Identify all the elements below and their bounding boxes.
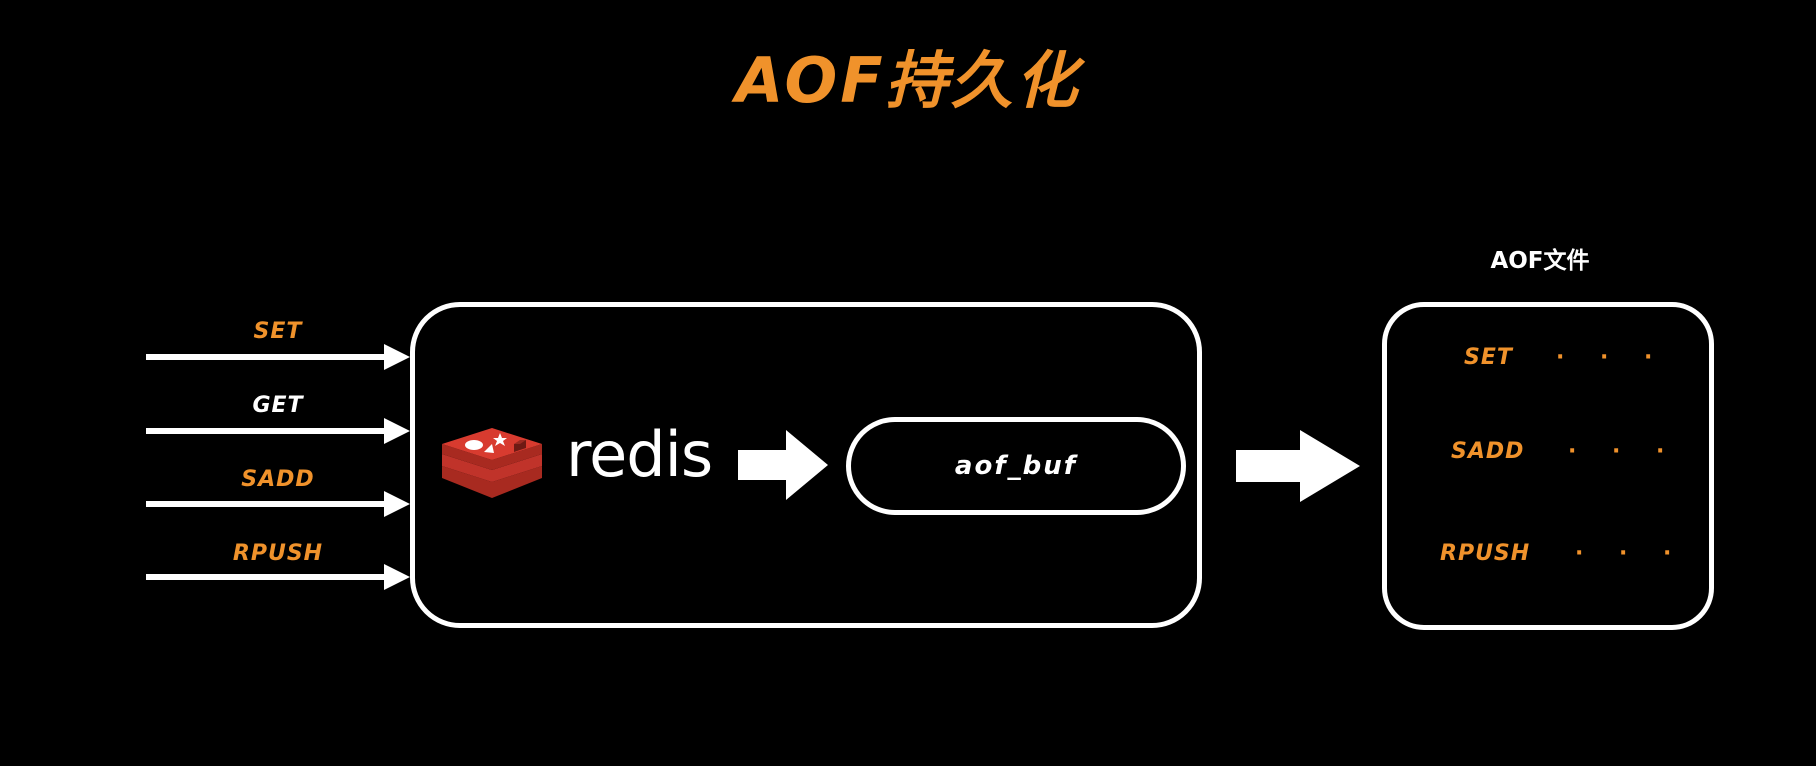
aof-file-title: AOF文件 — [1490, 248, 1590, 274]
page-title: AOF持久化 — [735, 44, 1081, 117]
arrow-head-icon — [384, 491, 410, 517]
arrow-head-icon — [384, 344, 410, 370]
input-label-set: SET — [253, 319, 303, 344]
aof-buffer-pill: aof_buf — [846, 417, 1186, 515]
input-label-rpush: RPUSH — [232, 541, 324, 566]
ellipsis-icon: · · · — [1568, 439, 1679, 464]
input-label-sadd: SADD — [241, 467, 315, 492]
arrow-head-icon — [384, 564, 410, 590]
ellipsis-icon: · · · — [1575, 541, 1686, 566]
arrow-right-icon — [1236, 430, 1360, 502]
ellipsis-icon: · · · — [1556, 345, 1667, 370]
arrow-shaft — [146, 428, 386, 434]
arrow-head-icon — [384, 418, 410, 444]
diagram-canvas: AOF持久化 SET GET SADD RPUSH redis aof_buf … — [0, 0, 1816, 766]
arrow-right-icon — [738, 430, 828, 500]
aof-buffer-label: aof_buf — [954, 451, 1078, 481]
arrow-shaft — [146, 501, 386, 507]
redis-logo-icon — [442, 428, 542, 498]
input-label-get: GET — [252, 393, 304, 418]
aof-file-line-sadd: SADD — [1451, 439, 1525, 464]
arrow-shaft — [146, 354, 386, 360]
aof-file-line-set: SET — [1464, 345, 1513, 370]
arrow-shaft — [146, 574, 386, 580]
aof-file-line-rpush: RPUSH — [1440, 541, 1531, 566]
redis-wordmark: redis — [566, 418, 713, 491]
